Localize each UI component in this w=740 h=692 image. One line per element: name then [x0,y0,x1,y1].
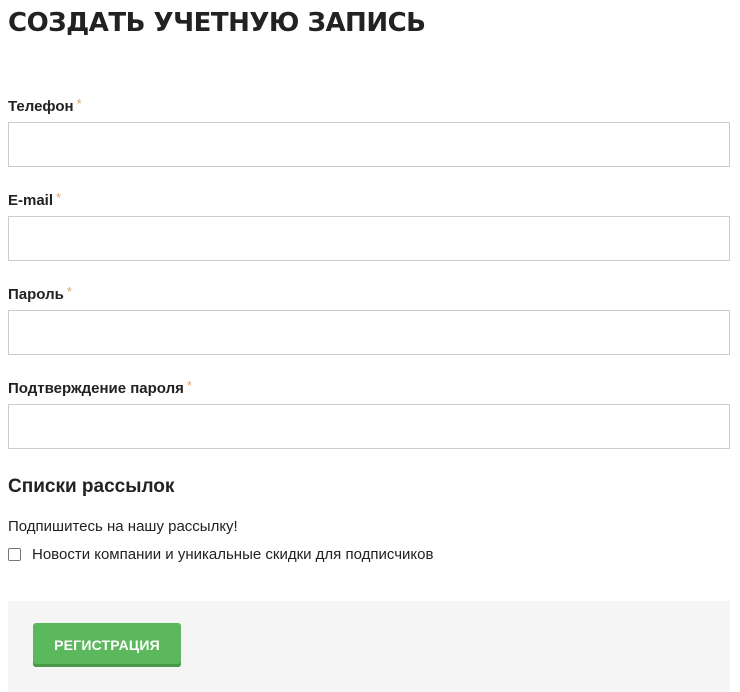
phone-field: Телефон * [8,96,730,167]
password-confirm-label-text: Подтверждение пароля [8,380,184,397]
email-label: E-mail * [8,190,730,211]
password-label-text: Пароль [8,286,64,303]
newsletter-checkbox-row[interactable]: Новости компании и уникальные скидки для… [8,544,433,564]
newsletter-section-title: Списки рассылок [8,476,175,497]
password-label: Пароль * [8,284,730,305]
required-marker: * [186,378,192,393]
required-marker: * [66,284,72,299]
password-field: Пароль * [8,284,730,355]
password-confirm-label: Подтверждение пароля * [8,378,730,399]
newsletter-checkbox[interactable] [8,547,21,561]
register-button[interactable]: РЕГИСТРАЦИЯ [33,623,181,667]
page-title: СОЗДАТЬ УЧЕТНУЮ ЗАПИСЬ [8,8,426,38]
phone-input[interactable] [8,122,730,167]
form-actions-bar: РЕГИСТРАЦИЯ [8,601,730,692]
password-confirm-field: Подтверждение пароля * [8,378,730,449]
password-input[interactable] [8,310,730,355]
required-marker: * [56,190,62,205]
required-marker: * [76,96,82,111]
password-confirm-input[interactable] [8,404,730,449]
newsletter-subscribe-text: Подпишитесь на нашу рассылку! [8,518,238,535]
create-account-page: СОЗДАТЬ УЧЕТНУЮ ЗАПИСЬ Телефон * E-mail * … [0,0,740,692]
newsletter-checkbox-label[interactable]: Новости компании и уникальные скидки для… [32,546,433,563]
email-label-text: E-mail [8,192,54,209]
phone-label: Телефон * [8,96,730,117]
phone-label-text: Телефон [8,98,74,115]
email-input[interactable] [8,216,730,261]
email-field: E-mail * [8,190,730,261]
